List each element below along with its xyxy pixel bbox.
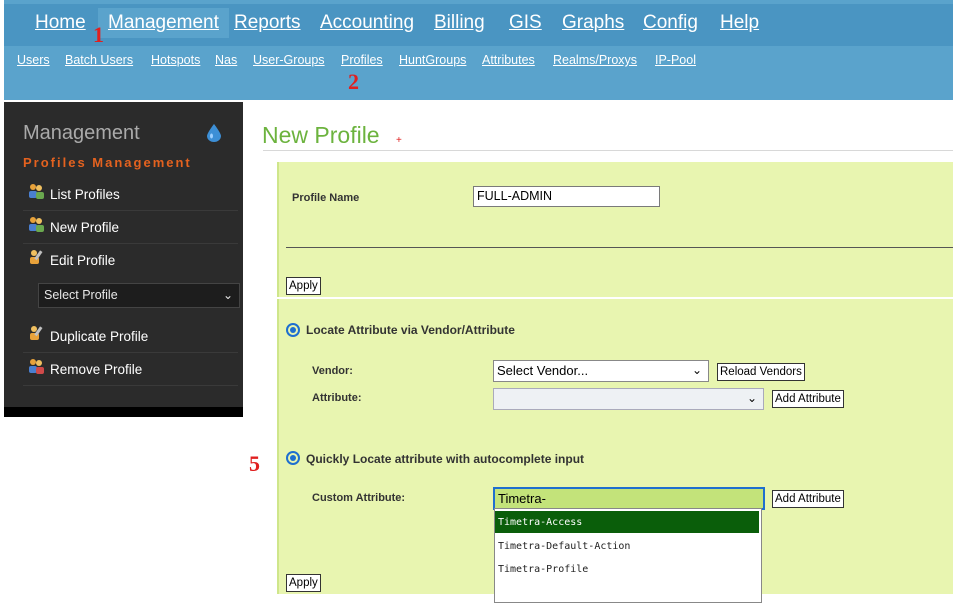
profile-name-input[interactable]: FULL-ADMIN — [473, 186, 660, 207]
users-icon — [29, 184, 44, 199]
subnav-realms-proxys[interactable]: Realms/Proxys — [553, 53, 637, 67]
page-title: New Profile — [262, 122, 380, 148]
users-add-icon — [29, 217, 44, 232]
nav-graphs[interactable]: Graphs — [562, 12, 624, 34]
autocomplete-dropdown: Timetra-Access Timetra-Default-Action Ti… — [494, 508, 762, 603]
radio-quick-locate-label: Quickly Locate attribute with autocomple… — [306, 452, 585, 466]
nav-management[interactable]: Management — [98, 8, 229, 38]
sidebar: Management Profiles Management List Prof… — [4, 102, 243, 417]
chevron-down-icon: ⌄ — [222, 288, 233, 302]
radio-vendor-attribute-label: Locate Attribute via Vendor/Attribute — [306, 323, 515, 337]
annotation-marker-5: 5 — [249, 451, 260, 476]
water-drop-icon — [207, 124, 221, 142]
custom-attribute-input[interactable]: Timetra- — [493, 487, 765, 510]
radio-vendor-attribute[interactable] — [286, 323, 300, 337]
select-profile-value: Select Profile — [44, 288, 118, 302]
profile-name-label: Profile Name — [292, 192, 360, 204]
sidebar-item-label: List Profiles — [50, 187, 120, 202]
divider — [286, 247, 953, 248]
sidebar-item-label: Duplicate Profile — [50, 329, 149, 344]
attribute-select[interactable]: ⌄ — [493, 388, 764, 410]
nav-config[interactable]: Config — [643, 12, 698, 34]
sidebar-title: Management — [23, 122, 140, 144]
subnav-batch-users[interactable]: Batch Users — [65, 53, 133, 67]
vendor-select[interactable]: Select Vendor... ⌄ — [493, 360, 709, 382]
autocomplete-option[interactable]: Timetra-Profile — [495, 558, 759, 580]
subnav-user-groups[interactable]: User-Groups — [253, 53, 325, 67]
vendor-select-value: Select Vendor... — [497, 363, 589, 378]
top-navigation: Home Management Reports Accounting Billi… — [4, 0, 953, 100]
nav-help[interactable]: Help — [720, 12, 759, 34]
apply-button-bottom[interactable]: Apply — [286, 574, 321, 592]
nav-billing[interactable]: Billing — [434, 12, 485, 34]
custom-attribute-label: Custom Attribute: — [312, 492, 406, 504]
sidebar-item-label: New Profile — [50, 220, 120, 235]
main-nav: Home Management Reports Accounting Billi… — [4, 4, 953, 46]
autocomplete-option[interactable]: Timetra-Access — [495, 511, 759, 533]
profile-name-panel — [277, 162, 953, 297]
subnav-hotspots[interactable]: Hotspots — [151, 53, 200, 67]
autocomplete-option[interactable]: Timetra-Default-Action — [495, 535, 759, 557]
sidebar-item-label: Remove Profile — [50, 362, 143, 377]
user-remove-icon — [29, 359, 44, 374]
subnav-ip-pool[interactable]: IP-Pool — [655, 53, 696, 67]
user-edit-icon — [30, 250, 43, 264]
sidebar-item-label: Edit Profile — [50, 253, 116, 268]
attribute-label: Attribute: — [312, 392, 362, 404]
nav-reports[interactable]: Reports — [234, 12, 301, 34]
subnav-users[interactable]: Users — [17, 53, 50, 67]
sidebar-footer — [4, 407, 243, 417]
sidebar-item-list-profiles[interactable]: List Profiles — [23, 178, 238, 211]
apply-button[interactable]: Apply — [286, 277, 321, 295]
nav-gis[interactable]: GIS — [509, 12, 542, 34]
nav-home[interactable]: Home — [35, 12, 86, 34]
subnav-nas[interactable]: Nas — [215, 53, 237, 67]
subnav-attributes[interactable]: Attributes — [482, 53, 535, 67]
chevron-down-icon: ⌄ — [691, 363, 702, 377]
radio-quick-locate[interactable] — [286, 451, 300, 465]
nav-accounting[interactable]: Accounting — [320, 12, 414, 34]
annotation-marker-1: 1 — [93, 22, 104, 47]
annotation-marker-2: 2 — [348, 69, 359, 94]
sidebar-item-remove-profile[interactable]: Remove Profile — [23, 353, 238, 386]
reload-vendors-button[interactable]: Reload Vendors — [717, 363, 805, 381]
user-duplicate-icon — [30, 326, 43, 340]
chevron-down-icon: ⌄ — [746, 391, 757, 405]
sidebar-item-duplicate-profile[interactable]: Duplicate Profile — [23, 320, 238, 353]
subnav-profiles[interactable]: Profiles — [341, 53, 383, 67]
select-profile-dropdown[interactable]: Select Profile ⌄ — [38, 283, 240, 308]
sidebar-subtitle: Profiles Management — [23, 155, 192, 170]
add-attribute-button[interactable]: Add Attribute — [772, 390, 844, 408]
vendor-label: Vendor: — [312, 365, 353, 377]
add-custom-attribute-button[interactable]: Add Attribute — [772, 490, 844, 508]
sidebar-item-new-profile[interactable]: New Profile — [23, 211, 238, 244]
sidebar-item-edit-profile[interactable]: Edit Profile — [23, 244, 238, 276]
subnav-huntgroups[interactable]: HuntGroups — [399, 53, 466, 67]
plus-icon: + — [396, 135, 402, 146]
